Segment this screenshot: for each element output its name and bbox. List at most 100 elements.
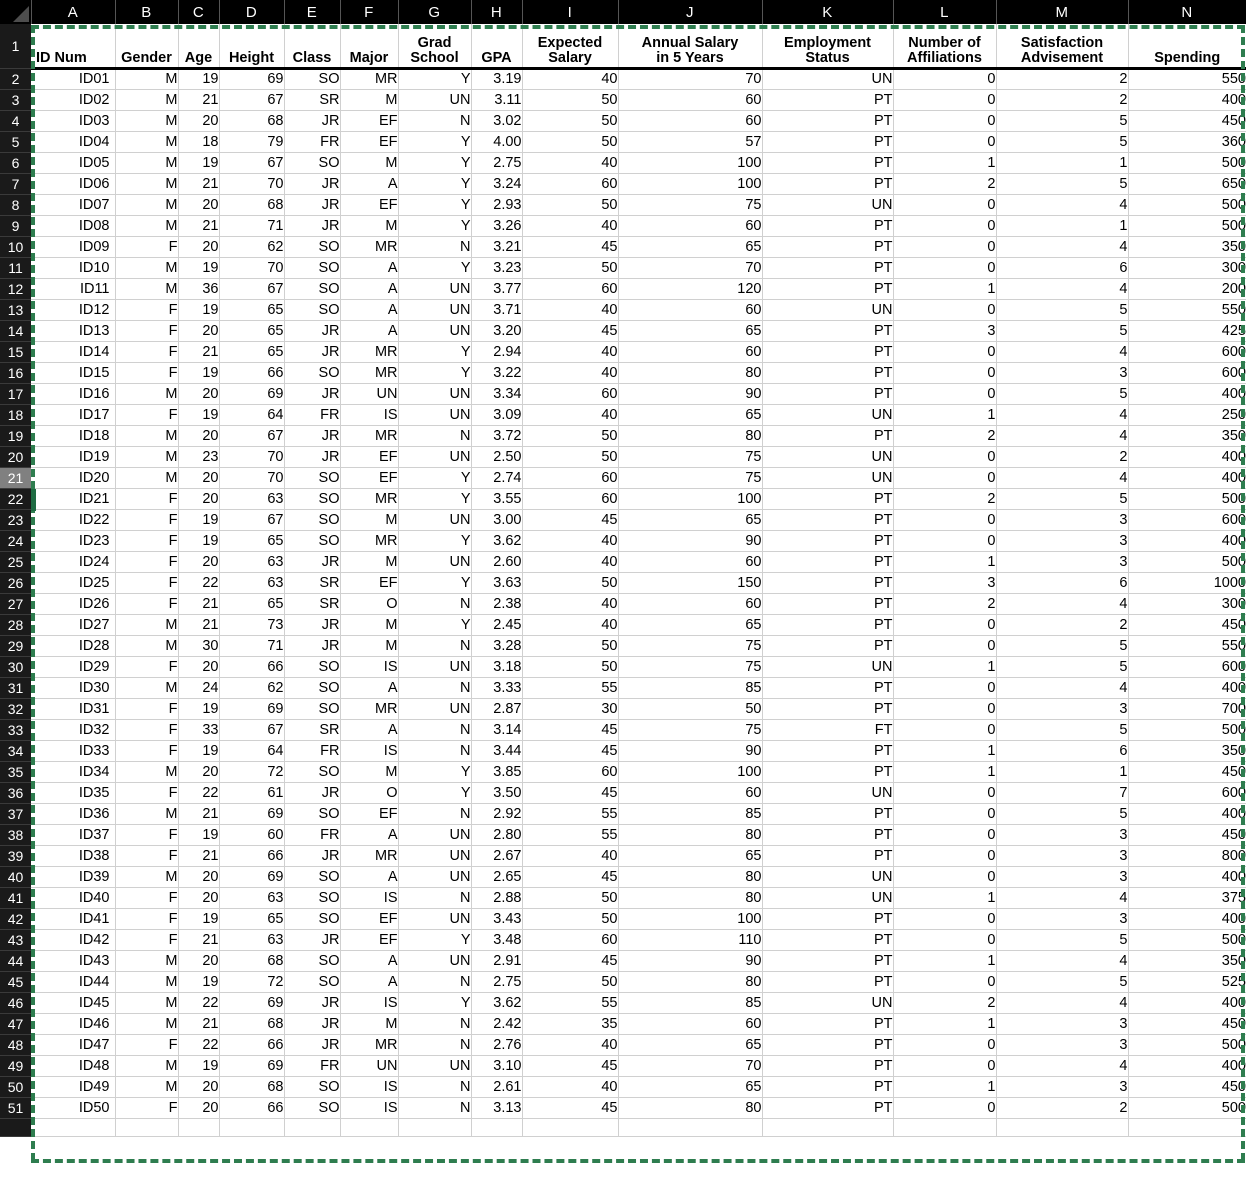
table-cell[interactable]: 2.61 [471, 1076, 523, 1098]
table-cell[interactable]: 5 [996, 635, 1129, 657]
table-cell[interactable] [762, 1118, 894, 1137]
table-cell[interactable]: ID46 [31, 1013, 116, 1035]
table-cell[interactable]: M [115, 950, 179, 972]
table-cell[interactable] [996, 1118, 1129, 1137]
table-cell[interactable]: 600 [1128, 362, 1246, 384]
table-cell[interactable]: SO [284, 761, 341, 783]
table-cell[interactable]: 40 [522, 68, 619, 90]
row-number[interactable]: 46 [0, 992, 31, 1014]
table-cell[interactable] [219, 1118, 285, 1137]
table-cell[interactable]: SO [284, 488, 341, 510]
table-cell[interactable]: 20 [178, 110, 220, 132]
table-cell[interactable]: 0 [893, 236, 997, 258]
row-number[interactable]: 45 [0, 971, 31, 993]
table-cell[interactable]: UN [762, 887, 894, 909]
table-cell[interactable]: EF [340, 467, 399, 489]
table-cell[interactable]: PT [762, 740, 894, 762]
table-cell[interactable]: M [115, 194, 179, 216]
table-cell[interactable]: EF [340, 110, 399, 132]
table-cell[interactable]: UN [398, 845, 472, 867]
table-cell[interactable] [618, 1118, 763, 1137]
table-cell[interactable]: UN [762, 467, 894, 489]
table-cell[interactable]: 20 [178, 1076, 220, 1098]
table-cell[interactable]: A [340, 719, 399, 741]
table-cell[interactable]: 450 [1128, 110, 1246, 132]
table-cell[interactable]: 69 [219, 698, 285, 720]
table-cell[interactable]: SO [284, 152, 341, 174]
table-cell[interactable]: Y [398, 488, 472, 510]
table-cell[interactable]: 3.19 [471, 68, 523, 90]
table-cell[interactable]: M [115, 173, 179, 195]
table-cell[interactable]: 3 [996, 845, 1129, 867]
table-cell[interactable]: 65 [618, 1076, 763, 1098]
table-row[interactable]: 15 ID14 F 21 65 JR MR Y 2.94 40 60 PT 0 4 600 [0, 341, 1246, 363]
table-cell[interactable]: F [115, 404, 179, 426]
table-row[interactable]: 39 ID38 F 21 66 JR MR UN 2.67 40 65 PT 0 3 800 [0, 845, 1246, 867]
table-cell[interactable]: 3.02 [471, 110, 523, 132]
table-cell[interactable]: PT [762, 698, 894, 720]
table-cell[interactable]: 22 [178, 782, 220, 804]
table-cell[interactable]: 1 [893, 761, 997, 783]
table-cell[interactable]: SO [284, 803, 341, 825]
table-cell[interactable]: 40 [522, 551, 619, 573]
table-cell[interactable]: UN [762, 404, 894, 426]
table-cell[interactable]: 4 [996, 404, 1129, 426]
row-number[interactable]: 23 [0, 509, 31, 531]
table-cell[interactable]: 19 [178, 299, 220, 321]
table-cell[interactable]: 5 [996, 719, 1129, 741]
table-cell[interactable]: 360 [1128, 131, 1246, 153]
table-cell[interactable]: ID04 [31, 131, 116, 153]
table-cell[interactable]: 50 [522, 656, 619, 678]
table-cell[interactable]: F [115, 887, 179, 909]
row-number[interactable]: 10 [0, 236, 31, 258]
table-cell[interactable]: M [115, 761, 179, 783]
table-cell[interactable]: 60 [522, 929, 619, 951]
table-cell[interactable]: JR [284, 1034, 341, 1056]
table-cell[interactable]: 45 [522, 1055, 619, 1077]
table-row[interactable]: 27 ID26 F 21 65 SR O N 2.38 40 60 PT 2 4 300 [0, 593, 1246, 615]
table-cell[interactable]: 3 [996, 908, 1129, 930]
table-cell[interactable]: N [398, 803, 472, 825]
table-row[interactable]: 46 ID45 M 22 69 JR IS Y 3.62 55 85 UN 2 4 400 [0, 992, 1246, 1014]
table-cell[interactable]: ID07 [31, 194, 116, 216]
table-cell[interactable]: 500 [1128, 929, 1246, 951]
table-cell[interactable]: 3.20 [471, 320, 523, 342]
table-cell[interactable]: M [115, 152, 179, 174]
table-cell[interactable]: FR [284, 824, 341, 846]
table-cell[interactable]: Y [398, 215, 472, 237]
table-cell[interactable]: ID21 [31, 488, 116, 510]
table-cell[interactable]: 80 [618, 362, 763, 384]
table-cell[interactable]: 6 [996, 740, 1129, 762]
row-number[interactable]: 33 [0, 719, 31, 741]
table-cell[interactable]: ID31 [31, 698, 116, 720]
table-cell[interactable]: 45 [522, 509, 619, 531]
table-cell[interactable]: UN [762, 299, 894, 321]
row-number[interactable]: 49 [0, 1055, 31, 1077]
table-cell[interactable]: SO [284, 887, 341, 909]
table-cell[interactable]: 100 [618, 173, 763, 195]
table-row[interactable]: 34 ID33 F 19 64 FR IS N 3.44 45 90 PT 1 6 350 [0, 740, 1246, 762]
table-cell[interactable]: 60 [618, 551, 763, 573]
table-cell[interactable]: F [115, 740, 179, 762]
table-cell[interactable]: 1 [893, 950, 997, 972]
table-cell[interactable]: JR [284, 782, 341, 804]
table-cell[interactable]: JR [284, 1013, 341, 1035]
table-cell[interactable]: UN [398, 866, 472, 888]
table-cell[interactable]: 2 [893, 488, 997, 510]
table-cell[interactable]: 1 [893, 1013, 997, 1035]
table-cell[interactable]: 2 [996, 1097, 1129, 1119]
table-cell[interactable]: ID35 [31, 782, 116, 804]
table-cell[interactable]: 2.60 [471, 551, 523, 573]
table-cell[interactable]: M [115, 278, 179, 300]
table-cell[interactable]: 2.88 [471, 887, 523, 909]
table-cell[interactable]: 63 [219, 551, 285, 573]
table-cell[interactable]: 75 [618, 719, 763, 741]
table-cell[interactable]: 69 [219, 383, 285, 405]
table-row[interactable]: 18 ID17 F 19 64 FR IS UN 3.09 40 65 UN 1 4 250 [0, 404, 1246, 426]
table-cell[interactable]: 64 [219, 740, 285, 762]
table-cell[interactable]: 5 [996, 488, 1129, 510]
table-cell[interactable]: 3 [893, 572, 997, 594]
table-cell[interactable]: 650 [1128, 173, 1246, 195]
table-row[interactable]: 4 ID03 M 20 68 JR EF N 3.02 50 60 PT 0 5 450 [0, 110, 1246, 132]
table-cell[interactable]: Y [398, 572, 472, 594]
